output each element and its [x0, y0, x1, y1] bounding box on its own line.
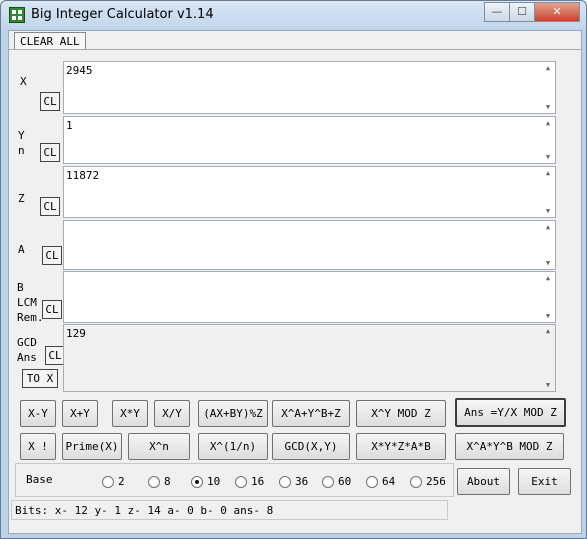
- clear-x-button[interactable]: CL: [40, 92, 60, 111]
- base-option-label[interactable]: 8: [164, 475, 171, 488]
- root-n-button[interactable]: X^(1/n): [198, 433, 268, 460]
- close-button[interactable]: ✕: [534, 2, 580, 22]
- z-value: 11872: [66, 169, 100, 182]
- z-input[interactable]: 11872 ▲ ▼: [63, 166, 556, 218]
- z-scrollbar[interactable]: ▲ ▼: [541, 167, 555, 217]
- scroll-up-icon[interactable]: ▲: [543, 223, 553, 231]
- base-group: Base 2 8 10 16 36 60 64 256: [15, 463, 454, 497]
- to-x-button[interactable]: TO X: [22, 369, 58, 388]
- base-radio-256[interactable]: [410, 476, 422, 488]
- base-radio-2[interactable]: [102, 476, 114, 488]
- a-scrollbar[interactable]: ▲ ▼: [541, 221, 555, 269]
- window-title: Big Integer Calculator v1.14: [31, 7, 214, 22]
- ans-scrollbar[interactable]: ▲ ▼: [541, 325, 555, 391]
- b-label: B LCM Rem.: [17, 281, 44, 324]
- factorial-button[interactable]: X !: [20, 433, 56, 460]
- base-radio-60[interactable]: [322, 476, 334, 488]
- ans-label: GCD Ans: [17, 336, 37, 364]
- about-button[interactable]: About: [457, 468, 510, 495]
- scroll-down-icon[interactable]: ▼: [543, 153, 553, 161]
- base-option-label[interactable]: 10: [207, 475, 220, 488]
- subtract-button[interactable]: X-Y: [20, 400, 56, 427]
- base-option-label[interactable]: 60: [338, 475, 351, 488]
- calculator-icon: [9, 7, 25, 23]
- tab-strip: CLEAR ALL: [9, 31, 581, 50]
- clear-z-button[interactable]: CL: [40, 197, 60, 216]
- power-n-button[interactable]: X^n: [128, 433, 190, 460]
- divide-button[interactable]: X/Y: [154, 400, 190, 427]
- clear-ans-button[interactable]: CL: [45, 346, 65, 365]
- a-input[interactable]: ▲ ▼: [63, 220, 556, 270]
- client-area: CLEAR ALL X CL 2945 ▲ ▼ Y n CL 1 ▲ ▼ Z CL …: [8, 30, 582, 534]
- scroll-up-icon[interactable]: ▲: [543, 169, 553, 177]
- base-radio-36[interactable]: [279, 476, 291, 488]
- power-sum-button[interactable]: X^A+Y^B+Z: [272, 400, 350, 427]
- y-scrollbar[interactable]: ▲ ▼: [541, 117, 555, 163]
- linear-mod-button[interactable]: (AX+BY)%Z: [198, 400, 268, 427]
- app-window: Big Integer Calculator v1.14 — ☐ ✕ CLEAR…: [0, 0, 587, 539]
- gcd-button[interactable]: GCD(X,Y): [272, 433, 350, 460]
- b-scrollbar[interactable]: ▲ ▼: [541, 272, 555, 322]
- base-radio-64[interactable]: [366, 476, 378, 488]
- ans-output: 129 ▲ ▼: [63, 324, 556, 392]
- base-radio-16[interactable]: [235, 476, 247, 488]
- x-label: X: [20, 75, 27, 88]
- product-button[interactable]: X*Y*Z*A*B: [356, 433, 446, 460]
- add-button[interactable]: X+Y: [62, 400, 98, 427]
- base-option-label[interactable]: 36: [295, 475, 308, 488]
- base-label: Base: [26, 473, 53, 486]
- x-scrollbar[interactable]: ▲ ▼: [541, 62, 555, 113]
- base-option-label[interactable]: 16: [251, 475, 264, 488]
- clear-a-button[interactable]: CL: [42, 246, 62, 265]
- scroll-down-icon[interactable]: ▼: [543, 312, 553, 320]
- exit-button[interactable]: Exit: [518, 468, 571, 495]
- prime-button[interactable]: Prime(X): [62, 433, 122, 460]
- power-mod-button[interactable]: X^Y MOD Z: [356, 400, 446, 427]
- scroll-down-icon[interactable]: ▼: [543, 259, 553, 267]
- a-label: A: [18, 243, 25, 256]
- y-label: Y n: [18, 129, 25, 157]
- scroll-down-icon[interactable]: ▼: [543, 103, 553, 111]
- power-product-mod-button[interactable]: X^A*Y^B MOD Z: [455, 433, 564, 460]
- base-radio-8[interactable]: [148, 476, 160, 488]
- scroll-up-icon[interactable]: ▲: [543, 274, 553, 282]
- scroll-up-icon[interactable]: ▲: [543, 64, 553, 72]
- scroll-up-icon[interactable]: ▲: [543, 327, 553, 335]
- scroll-down-icon[interactable]: ▼: [543, 207, 553, 215]
- input-panel: X CL 2945 ▲ ▼ Y n CL 1 ▲ ▼ Z CL 11872 ▲ ▼ A…: [9, 49, 581, 405]
- minimize-button[interactable]: —: [484, 2, 510, 22]
- clear-y-button[interactable]: CL: [40, 143, 60, 162]
- mod-inverse-button[interactable]: Ans =Y/X MOD Z: [455, 398, 566, 427]
- base-option-label[interactable]: 256: [426, 475, 446, 488]
- z-label: Z: [18, 192, 25, 205]
- status-bar: Bits: x- 12 y- 1 z- 14 a- 0 b- 0 ans- 8: [11, 500, 448, 520]
- y-input[interactable]: 1 ▲ ▼: [63, 116, 556, 164]
- maximize-button[interactable]: ☐: [509, 2, 535, 22]
- scroll-up-icon[interactable]: ▲: [543, 119, 553, 127]
- multiply-button[interactable]: X*Y: [112, 400, 148, 427]
- base-option-label[interactable]: 2: [118, 475, 125, 488]
- base-radio-10[interactable]: [191, 476, 203, 488]
- title-bar[interactable]: Big Integer Calculator v1.14 — ☐ ✕: [1, 1, 586, 29]
- ans-value: 129: [66, 327, 86, 340]
- clear-b-button[interactable]: CL: [42, 300, 62, 319]
- y-value: 1: [66, 119, 73, 132]
- tab-clear-all[interactable]: CLEAR ALL: [14, 32, 86, 50]
- x-value: 2945: [66, 64, 93, 77]
- base-option-label[interactable]: 64: [382, 475, 395, 488]
- x-input[interactable]: 2945 ▲ ▼: [63, 61, 556, 114]
- b-input[interactable]: ▲ ▼: [63, 271, 556, 323]
- scroll-down-icon[interactable]: ▼: [543, 381, 553, 389]
